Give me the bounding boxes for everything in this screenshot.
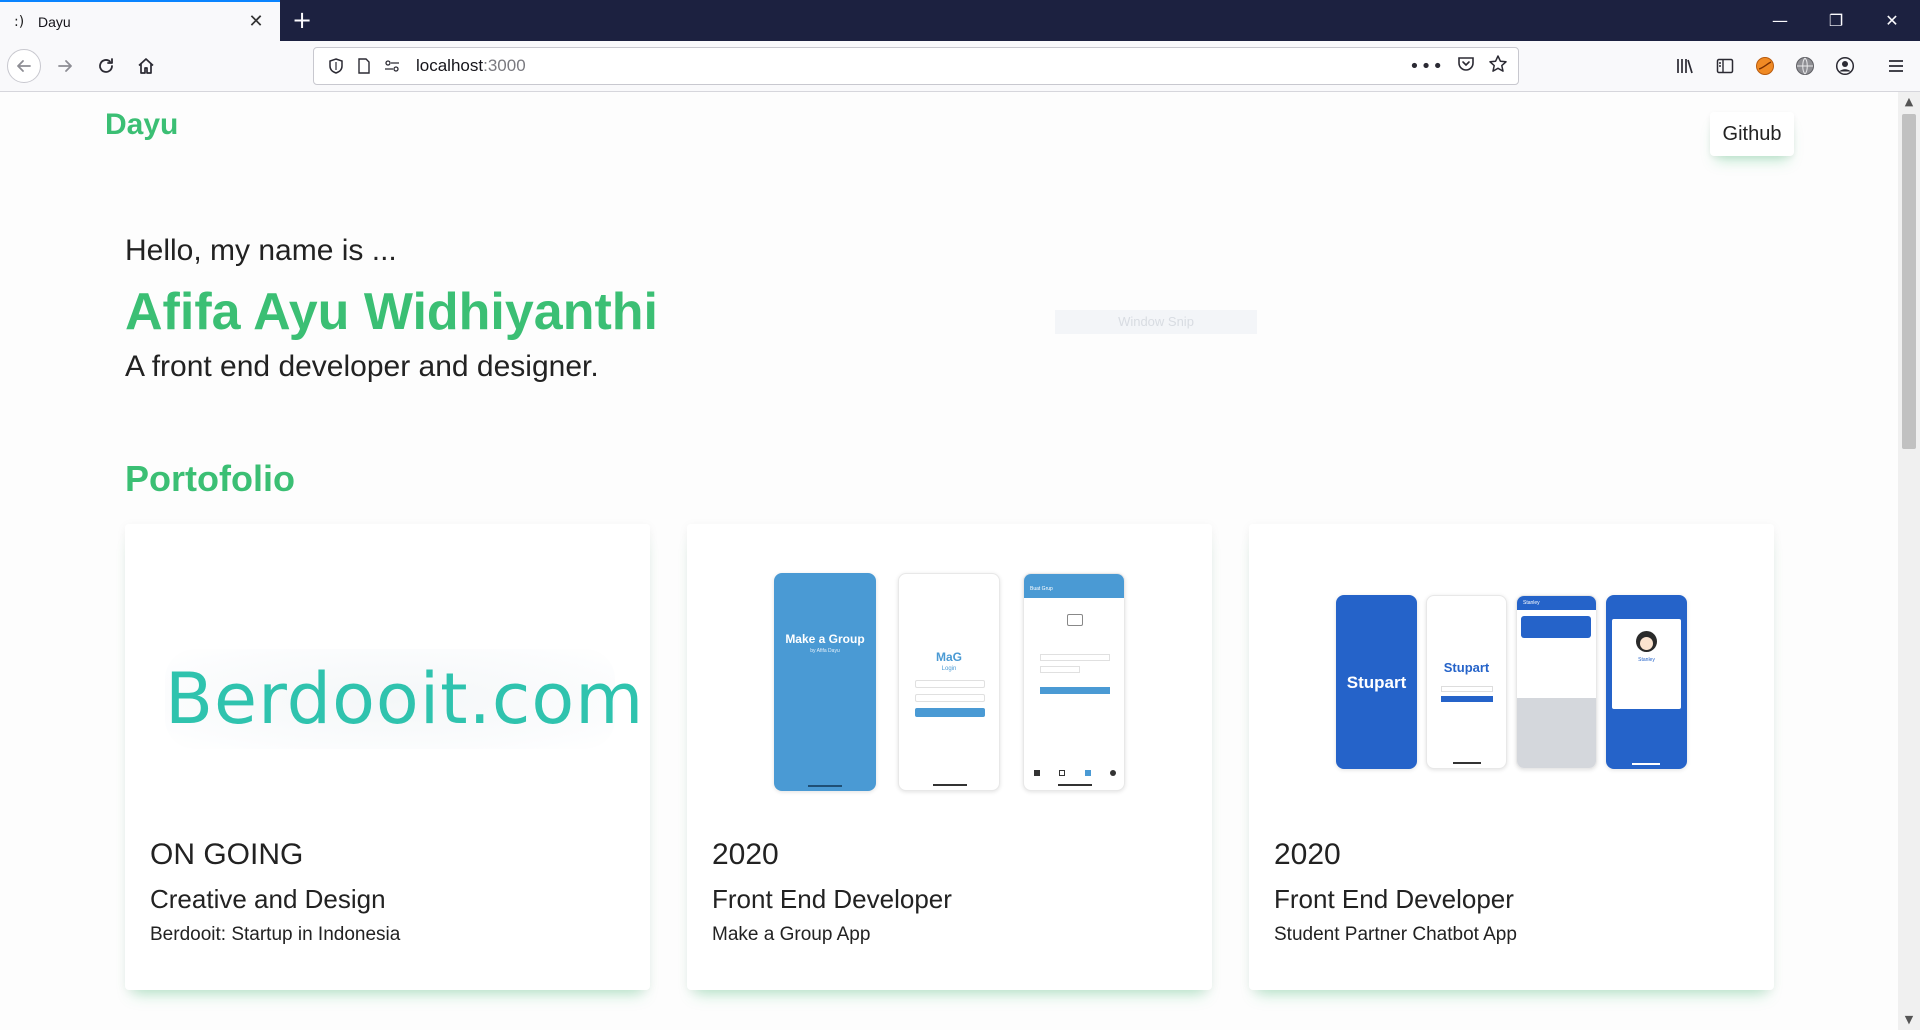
minimize-button[interactable]: —: [1752, 0, 1808, 41]
close-tab-icon[interactable]: ✕: [246, 11, 266, 32]
globe-icon: [1796, 57, 1814, 75]
phone-screen-stupart-login: Stupart: [1426, 595, 1507, 769]
portfolio-card-stupart[interactable]: Stupart Stupart Stanley Stanley 2020 Fro…: [1249, 524, 1774, 990]
pocket-icon[interactable]: [1456, 54, 1476, 79]
card-description: Berdooit: Startup in Indonesia: [150, 924, 401, 945]
card-year: 2020: [1274, 838, 1341, 871]
tab-dayu[interactable]: :) Dayu ✕: [0, 0, 280, 41]
home-icon: [138, 58, 154, 74]
camera-icon: [1067, 614, 1083, 626]
portfolio-card-berdooit[interactable]: Berdooit.com ON GOING Creative and Desig…: [125, 524, 650, 990]
extension-globe-button[interactable]: [1788, 49, 1822, 83]
scrollbar-thumb[interactable]: [1902, 114, 1916, 449]
phone-screen-stupart-profile: Stanley: [1606, 595, 1687, 769]
chat-bubble: [1521, 616, 1591, 638]
screen-title: Stanley: [1523, 600, 1540, 606]
extension-orange-icon: [1756, 57, 1774, 75]
library-icon: [1677, 59, 1693, 74]
card-year: 2020: [712, 838, 779, 871]
card-role: Front End Developer: [712, 884, 952, 914]
scroll-down-arrow-icon[interactable]: ▼: [1898, 1010, 1920, 1030]
phone-screen-stupart-splash: Stupart: [1336, 595, 1417, 769]
portfolio-title: Portofolio: [125, 458, 295, 499]
keyboard: [1517, 698, 1596, 768]
bottom-tab-bar: [1034, 770, 1116, 776]
screen-title: Stanley: [1638, 657, 1655, 663]
url-port: :3000: [483, 56, 526, 75]
library-button[interactable]: [1668, 49, 1702, 83]
account-button[interactable]: [1828, 49, 1862, 83]
hero-tagline: A front end developer and designer.: [125, 350, 599, 383]
sidebar-button[interactable]: [1708, 49, 1742, 83]
menu-button[interactable]: [1879, 49, 1913, 83]
more-actions-icon[interactable]: •••: [1409, 56, 1444, 77]
forward-arrow-icon: [58, 60, 72, 72]
tab-bar: :) Dayu ✕ + — ❐ ✕: [0, 0, 1920, 41]
nav-toolbar: localhost:3000 •••: [0, 41, 1920, 92]
tab-title: Dayu: [38, 13, 71, 30]
vertical-scrollbar[interactable]: ▲ ▼: [1898, 92, 1920, 1030]
page-icon[interactable]: [352, 54, 376, 78]
screen-subtitle: by Afifa Dayu: [810, 648, 840, 654]
portfolio-card-make-a-group[interactable]: Make a Group by Afifa Dayu MaG Login Bua…: [687, 524, 1212, 990]
phone-screen-create-group: Buat Grup: [1023, 573, 1125, 791]
restore-button[interactable]: ❐: [1808, 0, 1864, 41]
permissions-icon[interactable]: [380, 54, 404, 78]
screen-title: Stupart: [1443, 660, 1490, 675]
github-button[interactable]: Github: [1710, 112, 1794, 156]
card-image-stupart: Stupart Stupart Stanley Stanley: [1249, 524, 1774, 824]
window-snip-overlay: Window Snip: [1055, 310, 1257, 334]
hamburger-menu-icon: [1889, 60, 1903, 72]
hero-greeting: Hello, my name is ...: [125, 234, 397, 267]
phone-screen-login: MaG Login: [898, 573, 1000, 791]
url-bar[interactable]: localhost:3000 •••: [313, 47, 1519, 85]
tab-favicon: :): [14, 13, 25, 30]
card-role: Front End Developer: [1274, 884, 1514, 914]
extension-orange-button[interactable]: [1748, 49, 1782, 83]
new-tab-button[interactable]: +: [288, 6, 316, 34]
card-description: Make a Group App: [712, 924, 871, 945]
site-logo[interactable]: Dayu: [105, 108, 178, 142]
page-viewport: Dayu Github Hello, my name is ... Afifa …: [0, 92, 1898, 1030]
url-host: localhost: [416, 56, 484, 75]
scroll-up-arrow-icon[interactable]: ▲: [1898, 92, 1920, 112]
home-button[interactable]: [129, 49, 163, 83]
bookmark-star-icon[interactable]: [1488, 54, 1508, 79]
back-button[interactable]: [7, 49, 41, 83]
forward-button[interactable]: [48, 49, 82, 83]
back-arrow-icon: [17, 60, 31, 72]
reload-icon: [99, 58, 113, 73]
account-icon: [1835, 56, 1855, 76]
url-text[interactable]: localhost:3000: [416, 56, 1409, 76]
phone-screen-splash: Make a Group by Afifa Dayu: [774, 573, 876, 791]
sidebar-icon: [1716, 58, 1734, 74]
close-window-button[interactable]: ✕: [1864, 0, 1920, 41]
berdooit-logo-text: Berdooit.com: [165, 658, 645, 740]
card-image-make-a-group: Make a Group by Afifa Dayu MaG Login Bua…: [687, 524, 1212, 824]
berdooit-logo: Berdooit.com: [165, 649, 645, 749]
hero-name: Afifa Ayu Widhiyanthi: [125, 283, 658, 341]
screen-title: MaG: [935, 650, 962, 664]
card-image-berdooit: Berdooit.com: [125, 524, 650, 824]
phone-screen-stupart-chat: Stanley: [1516, 595, 1597, 769]
card-description: Student Partner Chatbot App: [1274, 924, 1517, 945]
card-year: ON GOING: [150, 838, 304, 871]
screen-title: Buat Grup: [1030, 586, 1053, 592]
card-role: Creative and Design: [150, 884, 386, 914]
reload-button[interactable]: [89, 49, 123, 83]
shield-icon[interactable]: [324, 54, 348, 78]
screen-title: Stupart: [1346, 673, 1407, 692]
screen-subtitle: Login: [941, 666, 957, 672]
screen-title: Make a Group: [785, 632, 865, 646]
